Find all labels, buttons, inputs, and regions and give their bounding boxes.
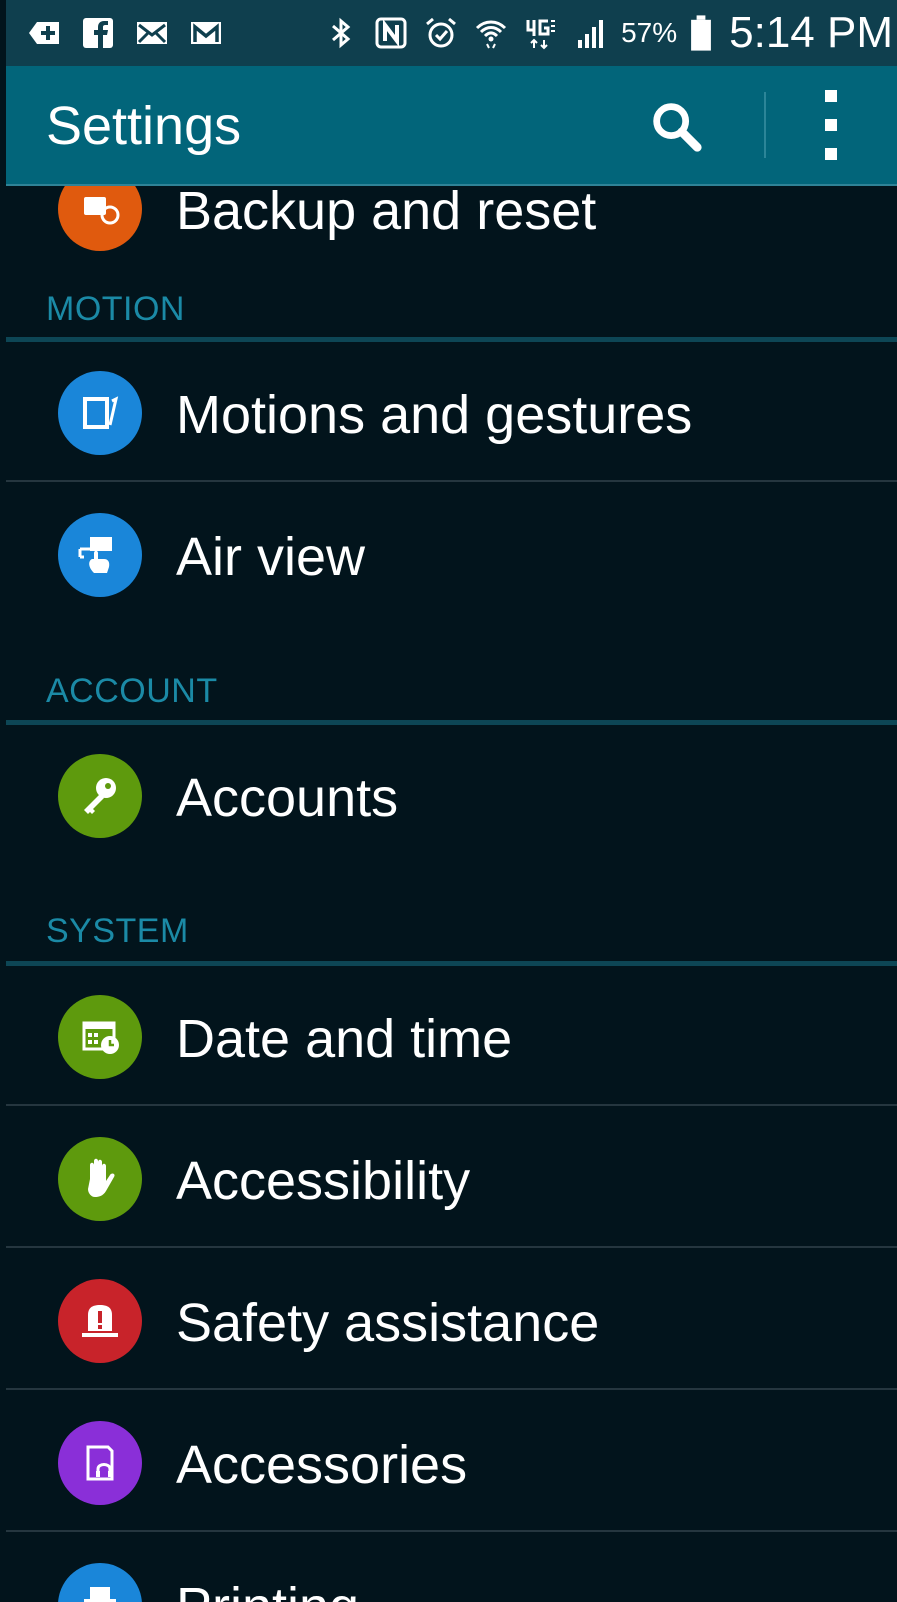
list-item-label: Motions and gestures xyxy=(176,385,693,445)
hand-icon xyxy=(58,1137,142,1221)
settings-screen: Backup and reset MOTION Motions and gest… xyxy=(6,0,897,1602)
motion-gesture-icon xyxy=(58,371,142,455)
action-bar-divider xyxy=(764,92,766,158)
section-header-system: SYSTEM xyxy=(46,912,189,950)
system-status-icons: 57% 5:14 PM xyxy=(321,8,897,58)
nfc-icon xyxy=(371,13,411,53)
section-header-motion: MOTION xyxy=(46,290,185,328)
row-divider xyxy=(6,1246,897,1248)
row-divider xyxy=(6,1388,897,1390)
list-item-label: Air view xyxy=(176,527,366,587)
key-icon xyxy=(58,754,142,838)
battery-percent: 57% xyxy=(621,17,678,48)
search-icon[interactable] xyxy=(646,96,706,156)
signal-icon xyxy=(571,13,611,53)
row-divider xyxy=(6,480,897,482)
clock: 5:14 PM xyxy=(729,8,893,57)
alert-icon xyxy=(58,1279,142,1363)
add-icon xyxy=(24,13,64,53)
gmail-icon xyxy=(186,13,226,53)
list-item-printing[interactable]: Printing xyxy=(6,1534,897,1602)
list-item-label: Accessibility xyxy=(176,1151,471,1211)
battery-icon xyxy=(687,13,715,53)
action-bar: Settings xyxy=(6,66,897,186)
page-title: Settings xyxy=(46,96,242,156)
list-item-label: Safety assistance xyxy=(176,1293,600,1353)
accessories-icon xyxy=(58,1421,142,1505)
lte-icon xyxy=(521,13,561,53)
more-vert-icon[interactable] xyxy=(811,90,851,160)
list-item-accessibility[interactable]: Accessibility xyxy=(6,1108,897,1248)
settings-list: Backup and reset MOTION Motions and gest… xyxy=(6,0,897,1602)
email-icon xyxy=(132,13,172,53)
row-divider xyxy=(6,1104,897,1106)
printer-icon xyxy=(58,1563,142,1602)
wifi-icon xyxy=(471,13,511,53)
list-item-label: Printing xyxy=(176,1576,359,1602)
list-item-label: Date and time xyxy=(176,1009,513,1069)
list-item-safety-assistance[interactable]: Safety assistance xyxy=(6,1250,897,1390)
calendar-clock-icon xyxy=(58,995,142,1079)
row-divider xyxy=(6,1530,897,1532)
notification-icons xyxy=(6,13,226,53)
list-item-date-time[interactable]: Date and time xyxy=(6,966,897,1106)
list-item-label: Backup and reset xyxy=(176,181,597,241)
facebook-icon xyxy=(78,13,118,53)
status-bar: 57% 5:14 PM xyxy=(6,0,897,66)
list-item-label: Accounts xyxy=(176,768,399,828)
section-header-account: ACCOUNT xyxy=(46,672,218,710)
air-view-icon xyxy=(58,513,142,597)
list-item-accounts[interactable]: Accounts xyxy=(6,725,897,865)
list-item-air-view[interactable]: Air view xyxy=(6,484,897,624)
list-item-motions-gestures[interactable]: Motions and gestures xyxy=(6,342,897,482)
alarm-icon xyxy=(421,13,461,53)
list-item-label: Accessories xyxy=(176,1435,468,1495)
bluetooth-icon xyxy=(321,13,361,53)
list-item-accessories[interactable]: Accessories xyxy=(6,1392,897,1532)
